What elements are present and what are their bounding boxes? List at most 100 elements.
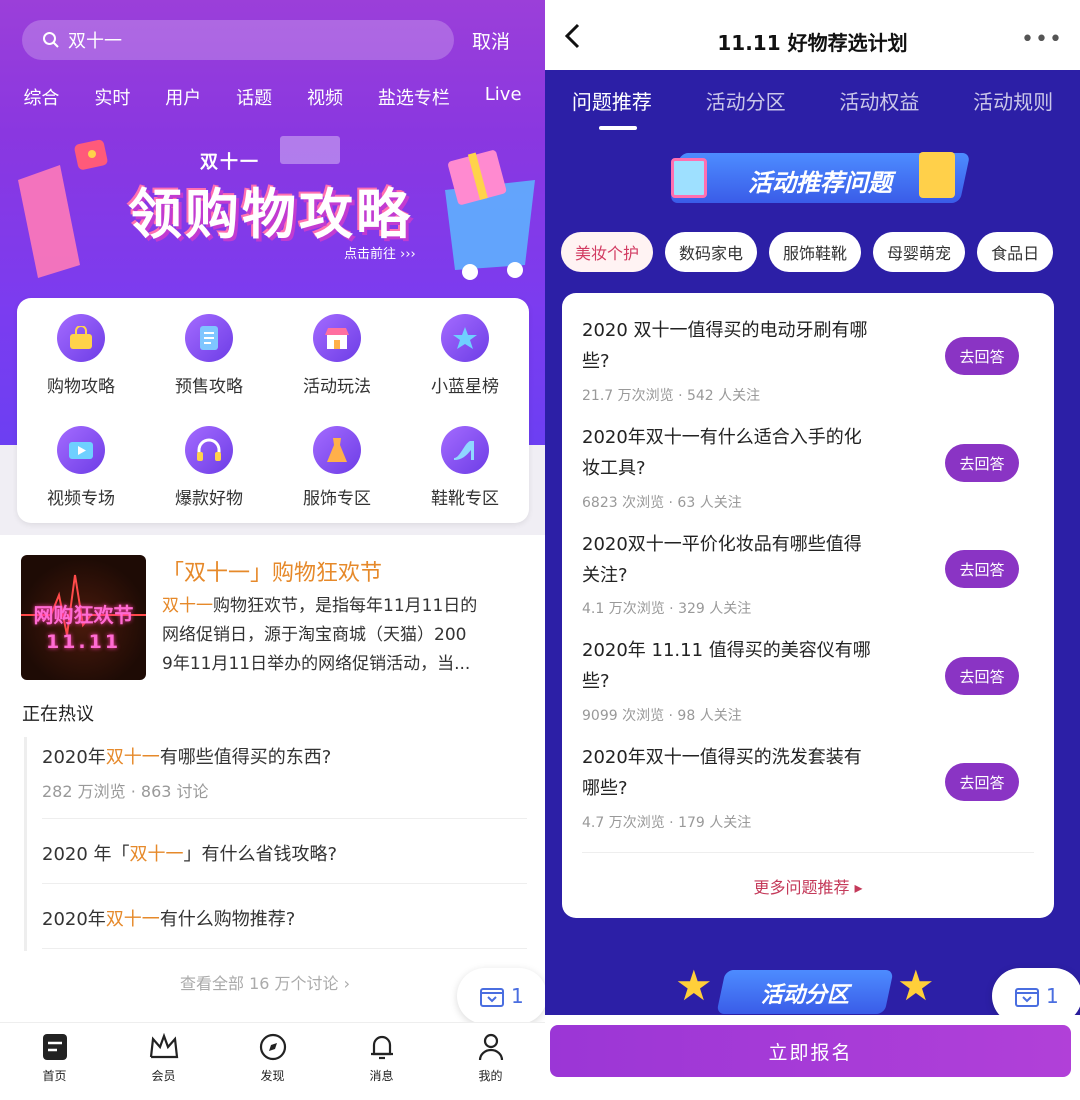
question-title[interactable]: 2020双十一平价化妆品有哪些值得 关注? (582, 529, 912, 591)
question-line: 关注? (582, 565, 628, 586)
crown-icon (149, 1033, 178, 1059)
grid-item-activity-play[interactable]: 活动玩法 (273, 314, 401, 397)
question-line: 妆工具? (582, 458, 646, 479)
grid-item-blue-star-list[interactable]: 小蓝星榜 (401, 314, 529, 397)
answer-button[interactable]: 去回答 (945, 550, 1019, 588)
compass-icon (259, 1033, 286, 1061)
grid-item-label: 购物攻略 (47, 377, 115, 397)
grid-item-label: 爆款好物 (175, 489, 243, 509)
tab-question-recommend[interactable]: 问题推荐 (572, 86, 652, 115)
tab-videos[interactable]: 视频 (307, 84, 343, 110)
divider (42, 948, 527, 949)
tab-realtime[interactable]: 实时 (94, 84, 130, 110)
question-text: 有哪些值得买的东西? (159, 747, 332, 768)
nav-label: 我的 (478, 1069, 503, 1083)
thumbnail-date: 11.11 (45, 631, 122, 653)
keyword-highlight: 双十一 (105, 747, 160, 768)
question-meta: 6823 次浏览 · 63 人关注 (582, 495, 742, 511)
nav-label: 发现 (260, 1069, 285, 1083)
question-line: 2020年双十一值得买的洗发套装有 (582, 747, 862, 768)
thumbnail-text: 网购狂欢节 (33, 603, 134, 627)
nav-home[interactable]: 首页 (20, 1033, 90, 1100)
topic-title[interactable]: 「双十一」购物狂欢节 (162, 555, 382, 587)
tab-columns[interactable]: 盐选专栏 (378, 84, 450, 110)
grid-item-hot-items[interactable]: 爆款好物 (145, 426, 273, 509)
grid-item-shopping-guide[interactable]: 购物攻略 (17, 314, 145, 397)
grid-item-label: 服饰专区 (303, 489, 371, 509)
chip-baby-pets[interactable]: 母婴萌宠 (873, 232, 966, 272)
question-line: 些? (582, 351, 610, 372)
blurred-logo (280, 136, 340, 164)
topic-thumbnail[interactable]: 网购狂欢节 11.11 (21, 555, 146, 680)
view-all-link[interactable]: 查看全部 16 万个讨论 › (180, 970, 350, 994)
zone-banner-title: 活动分区 (760, 983, 849, 1008)
nav-discover[interactable]: 发现 (238, 1033, 308, 1100)
hot-question[interactable]: 2020年双十一有什么购物推荐? (42, 905, 295, 931)
tab-activity-zone[interactable]: 活动分区 (706, 86, 786, 115)
question-line: 些? (582, 671, 610, 692)
bell-icon (370, 1035, 393, 1060)
collect-box-icon (480, 988, 504, 1007)
hot-question-meta: 282 万浏览 · 863 讨论 (42, 782, 209, 801)
grid-item-presale-guide[interactable]: 预售攻略 (145, 314, 273, 397)
search-input[interactable]: 双十一 (22, 20, 454, 60)
question-title[interactable]: 2020年双十一有什么适合入手的化 妆工具? (582, 422, 912, 484)
question-meta: 4.7 万次浏览 · 179 人关注 (582, 815, 752, 831)
home-icon (42, 1034, 67, 1060)
profile-icon (478, 1033, 503, 1061)
shopping-bag-icon (57, 314, 105, 362)
question-title[interactable]: 2020年双十一值得买的洗发套装有 哪些? (582, 742, 912, 804)
search-query: 双十一 (68, 31, 122, 52)
active-tab-indicator (599, 126, 637, 130)
nav-messages[interactable]: 消息 (347, 1033, 417, 1100)
question-text: 2020 年「 (42, 844, 130, 865)
tab-activity-benefits[interactable]: 活动权益 (839, 86, 919, 115)
video-icon (57, 426, 105, 474)
tab-activity-rules[interactable]: 活动规则 (973, 86, 1053, 115)
tab-live[interactable]: Live (485, 84, 522, 110)
question-line: 2020年双十一有什么适合入手的化 (582, 427, 862, 448)
answer-button[interactable]: 去回答 (945, 657, 1019, 695)
collect-box-icon (1015, 988, 1039, 1007)
page-title: 11.11 好物荐选计划 (717, 31, 908, 55)
answer-button[interactable]: 去回答 (945, 763, 1019, 801)
banner-cta[interactable]: 点击前往 ››› (344, 243, 416, 262)
grid-item-label: 预售攻略 (175, 377, 243, 397)
question-line: 2020双十一平价化妆品有哪些值得 (582, 534, 862, 555)
floating-collect-button[interactable]: 1 (457, 968, 545, 1024)
grid-item-video-special[interactable]: 视频专场 (17, 426, 145, 509)
chip-digital[interactable]: 数码家电 (665, 232, 758, 272)
category-grid: 购物攻略 预售攻略 活动玩法 小蓝星榜 视频专场 爆款好物 服饰专区 鞋靴专区 (17, 298, 529, 523)
tab-users[interactable]: 用户 (165, 84, 201, 110)
question-meta: 21.7 万次浏览 · 542 人关注 (582, 388, 761, 404)
hot-list-rule (24, 737, 27, 951)
headphones-icon (185, 426, 233, 474)
grid-item-shoe-zone[interactable]: 鞋靴专区 (401, 426, 529, 509)
document-icon (185, 314, 233, 362)
hot-discussion-heading: 正在热议 (22, 704, 94, 725)
more-questions-link[interactable]: 更多问题推荐 ▸ (562, 874, 1054, 898)
nav-profile[interactable]: 我的 (456, 1033, 526, 1100)
nav-label: 会员 (151, 1069, 176, 1083)
question-line: 哪些? (582, 778, 628, 799)
tab-comprehensive[interactable]: 综合 (23, 84, 59, 110)
chip-apparel[interactable]: 服饰鞋靴 (769, 232, 862, 272)
register-button[interactable]: 立即报名 (550, 1025, 1071, 1077)
chip-beauty[interactable]: 美妆个护 (561, 232, 654, 272)
hot-question[interactable]: 2020年双十一有哪些值得买的东西? (42, 743, 331, 769)
more-options-icon[interactable]: ••• (1021, 27, 1063, 52)
cancel-button[interactable]: 取消 (472, 27, 510, 54)
nav-member[interactable]: 会员 (129, 1033, 199, 1100)
question-title[interactable]: 2020年 11.11 值得买的美容仪有哪 些? (582, 635, 912, 697)
grid-item-apparel-zone[interactable]: 服饰专区 (273, 426, 401, 509)
tab-topics[interactable]: 话题 (236, 84, 272, 110)
search-results-screen: 双十一 取消 综合 实时 用户 话题 视频 盐选专栏 Live 双十一 领购物攻… (0, 0, 545, 1100)
store-icon (313, 314, 361, 362)
chip-food[interactable]: 食品日 (977, 232, 1054, 272)
answer-button[interactable]: 去回答 (945, 337, 1019, 375)
answer-button[interactable]: 去回答 (945, 444, 1019, 482)
grid-item-label: 活动玩法 (303, 377, 371, 397)
hot-question[interactable]: 2020 年「双十一」有什么省钱攻略? (42, 840, 337, 866)
keyword-highlight: 双十一 (162, 596, 213, 616)
question-title[interactable]: 2020 双十一值得买的电动牙刷有哪 些? (582, 315, 912, 377)
